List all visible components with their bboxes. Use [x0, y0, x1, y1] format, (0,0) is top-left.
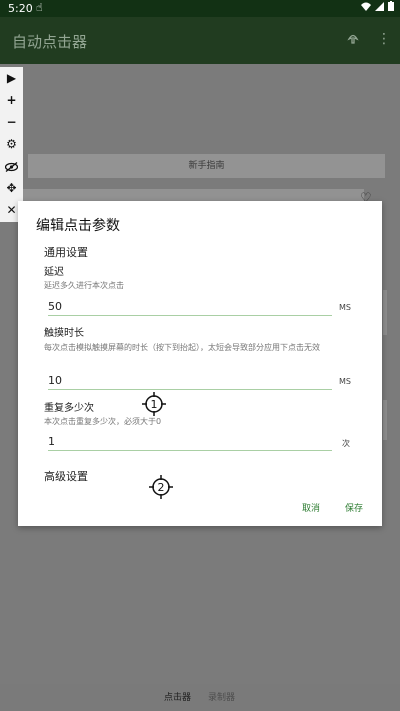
tips-icon[interactable]: [346, 31, 360, 49]
delay-label: 延迟: [44, 267, 64, 278]
battery-icon: [388, 1, 394, 11]
duration-unit: MS: [339, 377, 351, 386]
bottom-navigation: 点击器 录制器: [0, 684, 400, 711]
add-icon[interactable]: +: [0, 89, 23, 111]
repeat-description: 本次点击重复多少次，必须大于0: [44, 417, 162, 426]
signal-icon: [375, 1, 384, 11]
remove-icon[interactable]: −: [0, 111, 23, 133]
guide-button[interactable]: 新手指南: [28, 154, 385, 178]
repeat-input[interactable]: [48, 432, 332, 451]
delay-unit: MS: [339, 303, 351, 312]
app-bar: 自动点击器 ⋮: [0, 17, 400, 64]
duration-label: 触摸时长: [44, 328, 84, 339]
advanced-settings-heading[interactable]: 高级设置: [44, 468, 88, 484]
edit-click-dialog: 编辑点击参数 通用设置 延迟 延迟多久进行本次点击 MS 触摸时长 每次点击模拟…: [18, 201, 382, 526]
general-settings-heading: 通用设置: [44, 246, 88, 259]
gear-icon[interactable]: ⚙: [0, 133, 23, 155]
wifi-icon: [361, 2, 371, 11]
tab-recorder[interactable]: 录制器: [208, 690, 235, 703]
move-icon[interactable]: ✥: [0, 177, 23, 199]
background-edge: [383, 400, 387, 440]
target-number-2: 2: [158, 481, 165, 494]
tab-clicker[interactable]: 点击器: [164, 690, 191, 703]
background-edge: [383, 290, 387, 335]
repeat-unit: 次: [342, 439, 350, 448]
duration-input[interactable]: [48, 371, 332, 390]
status-bar: 5:20 ☝: [0, 0, 400, 17]
dialog-title: 编辑点击参数: [36, 218, 120, 234]
app-title: 自动点击器: [12, 33, 88, 51]
more-menu-icon[interactable]: ⋮: [377, 31, 391, 47]
status-icons: [361, 1, 394, 11]
save-button[interactable]: 保存: [345, 501, 363, 514]
duration-description: 每次点击模拟触摸屏幕的时长（按下到抬起），太短会导致部分应用下点击无效: [44, 343, 320, 352]
play-icon[interactable]: ▶: [0, 67, 23, 89]
repeat-label: 重复多少次: [44, 403, 94, 414]
cancel-button[interactable]: 取消: [302, 501, 320, 514]
eye-off-icon[interactable]: [0, 155, 23, 177]
click-target-icon[interactable]: 1: [142, 392, 166, 416]
floating-toolbar: ▶ + − ⚙ ✥ ✕: [0, 67, 23, 222]
delay-description: 延迟多久进行本次点击: [44, 281, 124, 290]
click-target-icon[interactable]: 2: [149, 475, 173, 499]
status-time: 5:20: [8, 2, 33, 15]
target-number-1: 1: [151, 398, 158, 411]
touch-indicator-icon: ☝: [36, 1, 43, 14]
delay-input[interactable]: [48, 297, 332, 316]
